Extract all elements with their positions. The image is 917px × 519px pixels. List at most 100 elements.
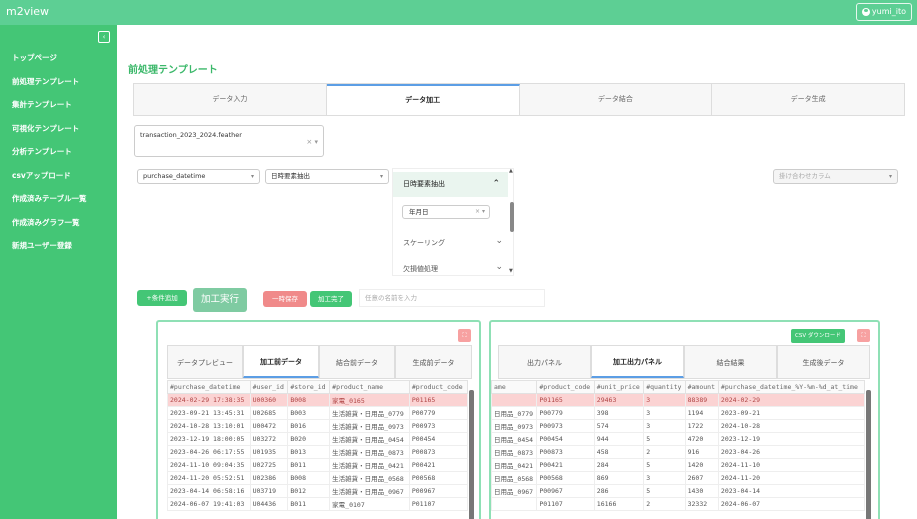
table-cell: P01107 xyxy=(536,497,595,511)
column-header[interactable]: #user_id xyxy=(249,380,289,394)
table-cell: 2024-11-20 xyxy=(717,471,866,485)
column-header[interactable]: #product_code xyxy=(408,380,469,394)
table-row[interactable]: P01107 16166 2 32332 2024-06-07 xyxy=(491,497,866,511)
table-row[interactable]: 2023-04-26 06:17:55 U01935 B013 生活雑貨・日用品_08… xyxy=(167,445,469,459)
accordion-item-scaling[interactable]: スケーリング ⌄ xyxy=(403,236,503,248)
column-header[interactable]: #product_code xyxy=(536,380,595,394)
accordion-scrollbar[interactable] xyxy=(510,202,514,232)
table-row[interactable]: 日用品_0779 P00779 398 3 1194 2023-09-21 xyxy=(491,406,866,420)
name-input[interactable]: 任意の名前を入力 xyxy=(359,289,545,307)
table-scrollbar[interactable] xyxy=(469,390,474,519)
column-header[interactable]: #quantity xyxy=(643,380,686,394)
table-cell: 2023-04-14 06:58:16 xyxy=(167,484,251,498)
table-cell: P00568 xyxy=(536,471,595,485)
expand-icon[interactable]: ⛶ xyxy=(857,329,870,342)
sidebar-item-register-user[interactable]: 新規ユーザー登録 xyxy=(12,240,87,264)
table-row[interactable]: P01165 29463 3 88389 2024-02-29 xyxy=(491,393,866,407)
csv-download-button[interactable]: CSV ダウンロード xyxy=(791,329,845,343)
sidebar-item-analysis-template[interactable]: 分析テンプレート xyxy=(12,146,87,170)
tab-data-input[interactable]: データ入力 xyxy=(134,84,327,115)
scroll-up-icon[interactable]: ▲ xyxy=(509,168,513,174)
user-menu-button[interactable]: yumi_ito xyxy=(855,3,912,21)
column-header[interactable]: ame xyxy=(491,380,538,394)
column-header[interactable]: #store_id xyxy=(287,380,331,394)
table-row[interactable]: 2023-12-19 18:00:05 U03272 B020 生活雑貨・日用品_04… xyxy=(167,432,469,446)
tab-processing-output[interactable]: 加工出力パネル xyxy=(591,345,684,378)
table-row[interactable]: 2024-06-07 19:41:03 U04436 B011 家電_0107 P011… xyxy=(167,497,469,511)
column-header[interactable]: #purchase_datetime xyxy=(167,380,251,394)
column-header[interactable]: #product_name xyxy=(329,380,410,394)
table-cell xyxy=(491,497,538,511)
tab-generated-data[interactable]: 生成後データ xyxy=(777,345,870,378)
accordion-header-datetime-extract[interactable]: 日時要素抽出 ⌃ xyxy=(393,172,508,197)
table-cell: P00779 xyxy=(536,406,595,420)
table-row[interactable]: 2023-09-21 13:45:31 U02685 B003 生活雑貨・日用品_07… xyxy=(167,406,469,420)
operation-accordion: 日時要素抽出 ⌃ 年月日 × ▾ スケーリング ⌄ 欠損値処理 ⌄ xyxy=(392,168,514,276)
sidebar-item-visualize-template[interactable]: 可視化テンプレート xyxy=(12,123,87,147)
column-select[interactable]: purchase_datetime ▾ xyxy=(137,169,260,184)
scroll-down-icon[interactable]: ▼ xyxy=(509,268,513,274)
file-select[interactable]: transaction_2023_2024.feather × ▾ xyxy=(134,125,324,157)
column-header[interactable]: #purchase_datetime_%Y-%m-%d_at_time xyxy=(717,380,866,394)
table-row[interactable]: 日用品_0967 P00967 286 5 1430 2023-04-14 xyxy=(491,484,866,498)
tab-data-preview[interactable]: データプレビュー xyxy=(167,345,243,378)
datetime-part-select[interactable]: 年月日 × ▾ xyxy=(402,205,490,219)
clear-and-chevron-icon[interactable]: × ▾ xyxy=(475,206,485,218)
table-cell: B011 xyxy=(287,497,331,511)
table-row[interactable]: 2024-11-20 05:52:51 U02386 B008 生活雑貨・日用品_05… xyxy=(167,471,469,485)
table-cell: U04436 xyxy=(249,497,289,511)
table-scrollbar[interactable] xyxy=(866,390,871,519)
table-cell: P00421 xyxy=(536,458,595,472)
temp-save-button[interactable]: 一時保存 xyxy=(263,291,307,307)
table-row[interactable]: 日用品_0421 P00421 284 5 1420 2024-11-10 xyxy=(491,458,866,472)
step-tabs: データ入力 データ加工 データ結合 データ生成 xyxy=(133,83,905,116)
sidebar-item-tables[interactable]: 作成済みテーブル一覧 xyxy=(12,193,87,217)
sidebar-item-graphs[interactable]: 作成済みグラフ一覧 xyxy=(12,217,87,241)
tab-data-generate[interactable]: データ生成 xyxy=(712,84,904,115)
operation-select[interactable]: 日時要素抽出 ▾ xyxy=(265,169,389,184)
table-cell: 16166 xyxy=(593,497,645,511)
table-row[interactable]: 日用品_0454 P00454 944 5 4720 2023-12-19 xyxy=(491,432,866,446)
table-row[interactable]: 日用品_0873 P00873 458 2 916 2023-04-26 xyxy=(491,445,866,459)
table-cell: 2024-11-10 xyxy=(717,458,866,472)
table-cell: B020 xyxy=(287,432,331,446)
column-header[interactable]: #amount xyxy=(684,380,719,394)
table-row[interactable]: 2024-11-10 09:04:35 U02725 B011 生活雑貨・日用品_04… xyxy=(167,458,469,472)
run-processing-button[interactable]: 加工実行 xyxy=(193,288,247,312)
tab-join-result[interactable]: 結合結果 xyxy=(684,345,777,378)
table-row[interactable]: 2024-10-28 13:10:01 U00472 B016 生活雑貨・日用品_09… xyxy=(167,419,469,433)
table-cell: B008 xyxy=(287,471,331,485)
accordion-item-missing[interactable]: 欠損値処理 ⌄ xyxy=(403,262,503,274)
file-select-controls[interactable]: × ▾ xyxy=(306,138,318,146)
table-cell: 2024-10-28 xyxy=(717,419,866,433)
output-panel: CSV ダウンロード ⛶ 出力パネル 加工出力パネル 結合結果 生成後データ a… xyxy=(489,320,880,519)
expand-icon[interactable]: ⛶ xyxy=(458,329,471,342)
sidebar-item-csv-upload[interactable]: csvアップロード xyxy=(12,170,87,194)
tab-data-join[interactable]: データ結合 xyxy=(520,84,713,115)
finish-processing-button[interactable]: 加工完了 xyxy=(310,291,352,307)
add-condition-button[interactable]: +条件追加 xyxy=(137,290,187,306)
tab-before-generate[interactable]: 生成前データ xyxy=(395,345,472,378)
combine-column-select[interactable]: 掛け合わせカラム ▾ xyxy=(773,169,898,184)
table-row[interactable]: 2024-02-29 17:38:35 U00360 B008 家電_0165 P011… xyxy=(167,393,469,407)
table-cell: 1430 xyxy=(684,484,719,498)
table-cell: 日用品_0454 xyxy=(491,432,538,446)
sidebar-item-aggregate-template[interactable]: 集計テンプレート xyxy=(12,99,87,123)
collapse-sidebar-icon[interactable]: ‹ xyxy=(98,31,110,43)
table-cell: 2024-11-10 09:04:35 xyxy=(167,458,251,472)
table-cell: P00873 xyxy=(536,445,595,459)
tab-before-processing[interactable]: 加工前データ xyxy=(243,345,319,378)
tab-output-panel[interactable]: 出力パネル xyxy=(498,345,591,378)
tab-data-processing[interactable]: データ加工 xyxy=(326,84,520,115)
column-header[interactable]: #unit_price xyxy=(593,380,645,394)
table-cell: 1420 xyxy=(684,458,719,472)
table-row[interactable]: 日用品_0568 P00568 869 3 2607 2024-11-20 xyxy=(491,471,866,485)
app-brand[interactable]: m2view xyxy=(6,5,49,18)
tab-before-join[interactable]: 結合前データ xyxy=(319,345,395,378)
sidebar-item-top[interactable]: トップページ xyxy=(12,52,87,76)
sidebar-item-preprocess-template[interactable]: 前処理テンプレート xyxy=(12,76,87,100)
table-cell: 2023-09-21 13:45:31 xyxy=(167,406,251,420)
table-row[interactable]: 日用品_0973 P00973 574 3 1722 2024-10-28 xyxy=(491,419,866,433)
table-row[interactable]: 2023-04-14 06:58:16 U03719 B012 生活雑貨・日用品_09… xyxy=(167,484,469,498)
table-cell: 生活雑貨・日用品_0568 xyxy=(329,471,410,485)
